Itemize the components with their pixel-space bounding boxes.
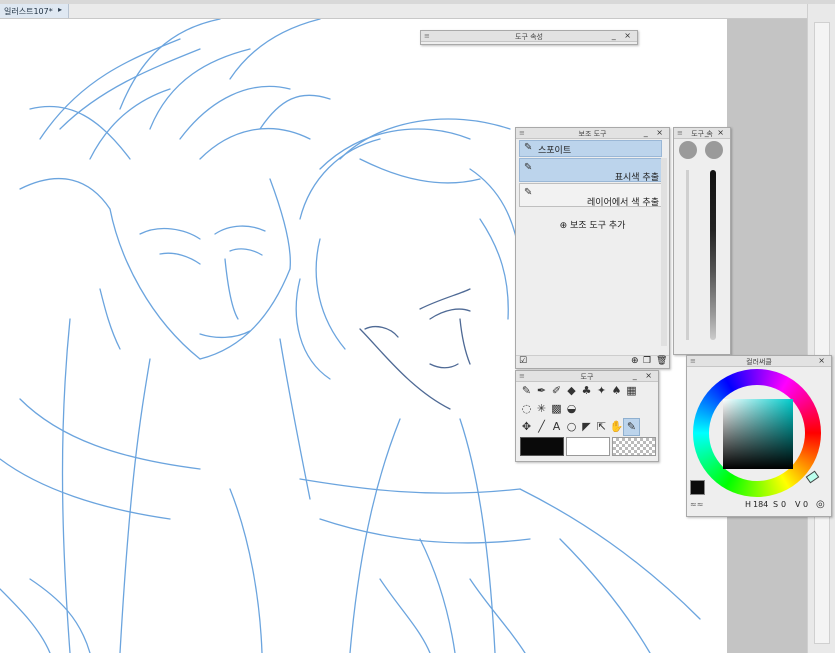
move-icon[interactable]: ✥	[519, 419, 534, 435]
hue-value[interactable]: 184	[753, 500, 768, 509]
blur-icon[interactable]: ♠	[609, 383, 624, 399]
hand-icon[interactable]: ✋	[609, 419, 624, 435]
brush-size-preset-2[interactable]	[705, 141, 723, 159]
plus-circle-icon: ⊕	[559, 221, 570, 231]
text-icon[interactable]: A	[549, 419, 564, 435]
panel-window-controls[interactable]: _ ×	[644, 128, 666, 137]
value-label-icon: V	[795, 500, 801, 509]
sub-tool-settings-icon[interactable]: ☑	[519, 356, 527, 366]
document-tab-row: 일러스트107* ▸	[0, 4, 835, 19]
bucket-icon[interactable]: ◒	[564, 401, 579, 417]
tool-property-titlebar[interactable]: ≡ 도구 속성 _ ×	[421, 31, 637, 42]
brush-size-preset-1[interactable]	[679, 141, 697, 159]
ruler-icon[interactable]: ◤	[579, 419, 594, 435]
color-values-row: ≈≈ H 184 S 0 V 0 ◎	[687, 499, 831, 514]
gradient-icon[interactable]: ▩	[549, 401, 564, 417]
brush-size-panel[interactable]: ≡ 도구 속 _ ×	[673, 127, 731, 355]
scrollbar-thumb[interactable]	[814, 22, 830, 644]
sub-tool-footer: ☑ ⊕ ❐ 🗑	[516, 355, 669, 368]
transparent-color-swatch[interactable]	[612, 437, 656, 456]
document-tab[interactable]: 일러스트107* ▸	[0, 4, 69, 18]
brush-size-track[interactable]	[686, 170, 689, 340]
sub-tool-panel[interactable]: ≡ 보조 도구 _ × ✎ 스포이트 ✎ 표시색 추출 ✎ 레이어에서 색 추출…	[515, 127, 670, 369]
color-wheel-title: 컬러써클	[746, 358, 772, 366]
tool-titlebar[interactable]: ≡ 도구 _ ×	[516, 371, 658, 382]
eyedropper-icon: ✎	[524, 142, 533, 153]
hue-label-icon: H	[745, 500, 752, 509]
sub-tool-group-tab[interactable]: ✎ 스포이트	[519, 140, 662, 157]
value-value[interactable]: 0	[803, 500, 808, 509]
select-object-icon[interactable]: ⇱	[594, 419, 609, 435]
tool-grid: ✎ ✒ ✐ ◆ ♣ ✦ ♠ ▦ ◌ ✳ ▩ ◒ ✥ ╱ A ○ ◤ ⇱ ✋ ✎	[519, 383, 655, 437]
sub-tool-item-label: 표시색 추출	[614, 173, 659, 183]
trash-icon[interactable]: 🗑	[656, 356, 667, 366]
copy-sub-tool-icon[interactable]: ❐	[643, 356, 651, 366]
fill-icon[interactable]: ◆	[564, 383, 579, 399]
saturation-value-square[interactable]	[723, 399, 793, 469]
add-sub-tool-label: 보조 도구 추가	[570, 221, 626, 231]
speech-bubble-icon[interactable]: ○	[564, 419, 579, 435]
canvas-outside-area	[727, 19, 807, 653]
lasso-icon[interactable]: ◌	[519, 401, 534, 417]
new-sub-tool-icon[interactable]: ⊕	[631, 356, 639, 366]
eyedropper-icon: ✎	[524, 187, 533, 198]
color-wheel-titlebar[interactable]: ≡ 컬러써클 ×	[687, 356, 831, 367]
hue-ring[interactable]	[693, 369, 821, 497]
panel-window-controls[interactable]: _ ×	[612, 31, 634, 40]
line-icon[interactable]: ╱	[534, 419, 549, 435]
dither-icon[interactable]: ≈≈	[690, 500, 703, 509]
tool-property-panel[interactable]: ≡ 도구 속성 _ ×	[420, 30, 638, 45]
add-sub-tool-button[interactable]: ⊕ 보조 도구 추가	[516, 218, 669, 231]
pencil-icon[interactable]: ✎	[519, 383, 534, 399]
sub-tool-item-display-color[interactable]: ✎ 표시색 추출	[519, 158, 662, 183]
eyedropper-icon[interactable]: ✎	[623, 418, 640, 436]
color-wheel-panel[interactable]: ≡ 컬러써클 × ≈≈ H 184 S 0 V 0 ◎	[686, 355, 832, 517]
saturation-value[interactable]: 0	[781, 500, 786, 509]
vertical-scrollbar[interactable]	[807, 4, 835, 653]
sub-tool-item-layer-color[interactable]: ✎ 레이어에서 색 추출	[519, 183, 662, 208]
main-color-swatch[interactable]	[520, 437, 564, 456]
tool-panel[interactable]: ≡ 도구 _ × ✎ ✒ ✐ ◆ ♣ ✦ ♠ ▦ ◌ ✳ ▩ ◒ ✥ ╱ A ○ ◤ ⇱ ✋ ✎	[515, 370, 659, 462]
brush-icon[interactable]: ✐	[549, 383, 564, 399]
blend-icon[interactable]: ♣	[579, 383, 594, 399]
color-wheel-main-swatch[interactable]	[690, 480, 705, 495]
sub-tool-item-label: 레이어에서 색 추출	[587, 198, 659, 208]
saturation-label-icon: S	[773, 500, 779, 509]
sub-tool-scrollbar[interactable]	[661, 158, 667, 346]
eyedropper-icon: ✎	[524, 162, 533, 173]
pen-icon[interactable]: ✒	[534, 383, 549, 399]
document-tab-label: 일러스트107*	[4, 7, 53, 16]
hue-marker[interactable]	[805, 470, 820, 484]
tab-menu-arrow-icon[interactable]: ▸	[58, 5, 62, 14]
tool-property-title: 도구 속성	[515, 33, 543, 41]
panel-window-controls[interactable]: _ ×	[705, 128, 727, 137]
sparkle-icon[interactable]: ✦	[594, 383, 609, 399]
frame-icon[interactable]: ▦	[624, 383, 639, 399]
magic-wand-icon[interactable]: ✳	[534, 401, 549, 417]
sub-color-swatch[interactable]	[566, 437, 610, 456]
brush-size-slider[interactable]	[710, 170, 716, 340]
brush-size-titlebar[interactable]: ≡ 도구 속 _ ×	[674, 128, 730, 139]
panel-window-controls[interactable]: _ ×	[633, 371, 655, 380]
sub-tool-group-label: 스포이트	[538, 146, 572, 156]
color-mode-icon[interactable]: ◎	[816, 499, 825, 510]
panel-close-control[interactable]: ×	[818, 356, 828, 365]
sub-tool-titlebar[interactable]: ≡ 보조 도구 _ ×	[516, 128, 669, 139]
